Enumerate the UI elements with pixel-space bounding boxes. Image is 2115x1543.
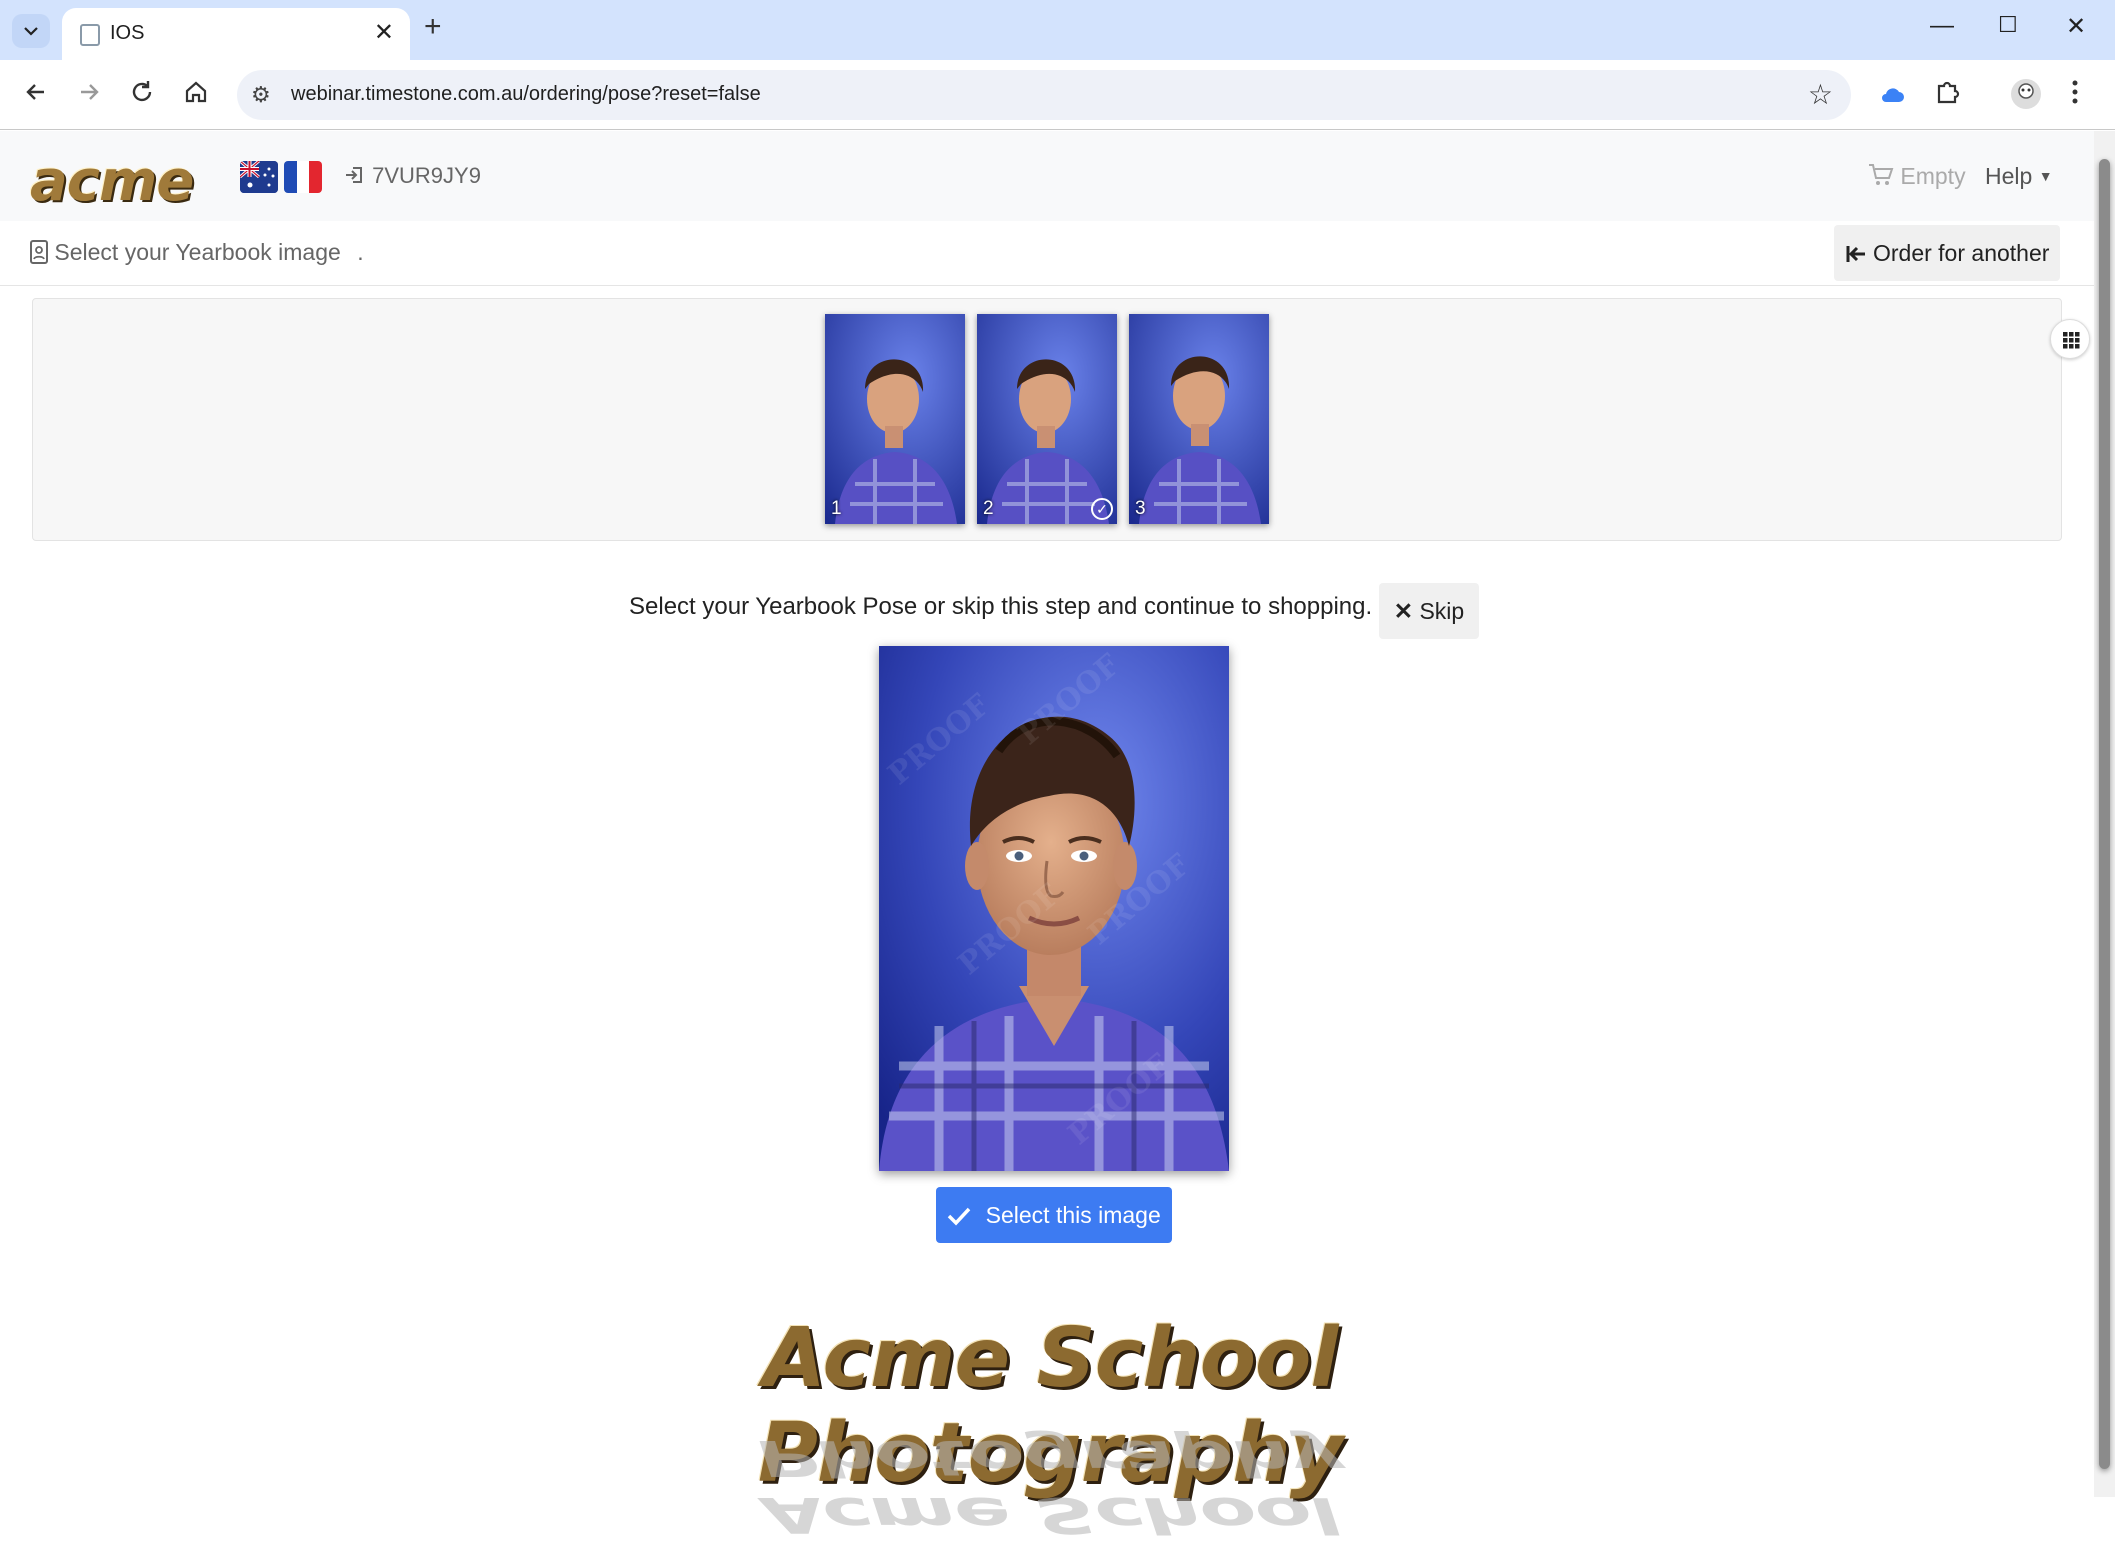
cart-status: Empty (1900, 163, 1966, 189)
order-for-another-button[interactable]: Order for another (1834, 225, 2060, 281)
page-scrollbar[interactable] (2094, 131, 2115, 1497)
pose-thumbnail-1[interactable]: 1 (825, 314, 965, 524)
web-page: acme 7VUR9JY9 Empty Help ▼ Select your Y… (0, 131, 2094, 1543)
portrait-thumbnail-image (825, 314, 965, 524)
france-flag-icon[interactable] (284, 161, 322, 193)
site-info-icon[interactable]: ⚙ (251, 82, 271, 108)
caret-down-icon: ▼ (2038, 168, 2053, 184)
tab-close-icon[interactable]: ✕ (374, 18, 394, 47)
grid-view-button[interactable] (2050, 319, 2090, 359)
address-bar[interactable]: ⚙ webinar.timestone.com.au/ordering/pose… (237, 70, 1851, 120)
reload-icon[interactable] (128, 78, 156, 106)
forward-icon[interactable] (75, 78, 103, 106)
back-icon[interactable] (22, 78, 50, 106)
login-icon (346, 167, 362, 183)
order-for-another-label: Order for another (1872, 239, 2050, 266)
footer-brand-reflection: Acme School Photography (757, 1429, 1343, 1543)
instruction-text: Select your Yearbook Pose or skip this s… (629, 593, 1373, 620)
minimize-button[interactable]: — (1930, 12, 1954, 40)
selected-check-icon: ✓ (1091, 498, 1113, 520)
browser-menu-icon[interactable] (2068, 78, 2082, 106)
browser-tab[interactable]: IOS ✕ (62, 8, 410, 60)
cart-icon (1869, 164, 1894, 185)
site-navbar: acme 7VUR9JY9 Empty Help ▼ (0, 131, 2094, 221)
browser-tab-strip: IOS ✕ + — ☐ ✕ (0, 0, 2115, 60)
skip-label: Skip (1419, 597, 1465, 624)
access-code[interactable]: 7VUR9JY9 (344, 163, 481, 189)
pose-thumbnail-3[interactable]: 3 (1129, 314, 1269, 524)
tab-title: IOS (110, 22, 145, 44)
thumbnail-number: 2 (983, 498, 994, 519)
thumbnail-number: 1 (831, 498, 842, 519)
scrollbar-thumb[interactable] (2099, 159, 2110, 1469)
australia-flag-icon[interactable] (240, 161, 278, 193)
step-title-text: Select your Yearbook image (54, 239, 341, 265)
cart-link[interactable]: Empty (1868, 163, 1966, 190)
new-tab-button[interactable]: + (424, 10, 442, 44)
arrow-bar-left-icon (1846, 245, 1865, 262)
portrait-thumbnail-image (1129, 314, 1269, 524)
extensions-icon[interactable] (1933, 78, 1961, 106)
selected-pose-image[interactable]: PROOF PROOF PROOF PROOF PROOF (879, 646, 1229, 1171)
page-favicon-icon (80, 24, 100, 46)
chevron-down-icon (24, 27, 38, 36)
person-badge-icon (30, 240, 48, 264)
grid-icon (2063, 332, 2080, 349)
x-icon: ✕ (1393, 597, 1414, 624)
tab-search-button[interactable] (12, 14, 50, 48)
maximize-button[interactable]: ☐ (1998, 12, 2018, 38)
browser-toolbar: ⚙ webinar.timestone.com.au/ordering/pose… (0, 60, 2115, 130)
bookmark-star-icon[interactable]: ☆ (1808, 78, 1833, 111)
portrait-large-image: PROOF PROOF PROOF PROOF PROOF (879, 646, 1229, 1171)
select-image-button[interactable]: Select this image (936, 1187, 1172, 1243)
select-image-label: Select this image (985, 1201, 1161, 1228)
thumbnail-number: 3 (1135, 498, 1146, 519)
pose-thumbnail-gallery: 1 2 ✓ 3 (32, 298, 2062, 541)
access-code-text: 7VUR9JY9 (372, 163, 481, 188)
profile-avatar-icon[interactable] (2010, 78, 2042, 110)
home-icon[interactable] (182, 78, 210, 106)
window-close-button[interactable]: ✕ (2066, 12, 2086, 41)
help-dropdown[interactable]: Help ▼ (1985, 163, 2053, 190)
url-text[interactable]: webinar.timestone.com.au/ordering/pose?r… (291, 83, 761, 106)
help-label: Help (1985, 163, 2033, 189)
site-logo[interactable]: acme (30, 149, 194, 214)
pose-thumbnail-2[interactable]: 2 ✓ (977, 314, 1117, 524)
step-title: Select your Yearbook image . (30, 239, 364, 266)
check-icon (947, 1207, 971, 1226)
skip-button[interactable]: ✕ Skip (1379, 583, 1479, 639)
portrait-thumbnail-image (977, 314, 1117, 524)
cloud-icon[interactable] (1878, 82, 1906, 106)
step-header: Select your Yearbook image . Order for a… (0, 221, 2094, 286)
